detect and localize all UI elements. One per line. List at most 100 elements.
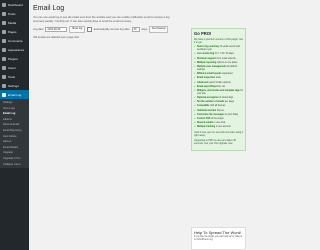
pro-feature-bold: Set the number of emails xyxy=(196,101,225,104)
cleanup-note: Old emails are deleted upon page visit. xyxy=(33,35,80,39)
pro-feature-item: ✔ Compatible with all themes xyxy=(194,105,243,108)
sidebar-item-dashboard[interactable]: Dashboard xyxy=(0,0,29,9)
pro-feature-rest: supported xyxy=(221,73,233,76)
cleanup-button[interactable]: Set Cleanup xyxy=(149,26,169,33)
pro-feature-rest: in one click xyxy=(213,122,226,125)
pro-feature-text: Premium support from email experts xyxy=(197,58,236,61)
pro-feature-bold: Multiple user management xyxy=(196,65,226,68)
pro-feature-bold: Optional encryption xyxy=(196,97,219,100)
pro-feature-text: Email inspection tools xyxy=(197,77,221,80)
sidebar-item-plugins[interactable]: Plugins xyxy=(0,54,29,63)
pro-feature-bold: Multiple tracking xyxy=(196,126,216,129)
pro-feature-bold: Customize the messages xyxy=(196,113,225,116)
pro-panel: Go PRO! We have a premium version of thi… xyxy=(191,28,246,151)
pro-feature-bold: Send a log summary xyxy=(196,46,220,49)
check-icon: ✔ xyxy=(194,101,196,104)
check-icon: ✔ xyxy=(194,81,196,84)
sidebar-item-comments[interactable]: Comments xyxy=(0,36,29,45)
help-box: Help To Spread The Word! If you like the… xyxy=(191,227,246,250)
sidebar-item-pages[interactable]: Pages xyxy=(0,27,29,36)
gauge-icon xyxy=(2,2,6,7)
pro-feature-text: Widgets, shortcodes and template tags fo… xyxy=(197,90,243,96)
pro-feature-item: ✔ Premium support from email experts xyxy=(194,58,243,61)
sidebar-item-email-log[interactable]: Email Log xyxy=(0,90,29,99)
check-icon: ✔ xyxy=(194,65,196,68)
pin-icon xyxy=(2,11,6,16)
pro-title: Go PRO! xyxy=(194,31,212,36)
pro-feature-text: Send a log summary of email events and s… xyxy=(197,46,243,52)
check-icon: ✔ xyxy=(194,122,196,125)
show-log-button[interactable]: Show log xyxy=(69,26,85,33)
pro-feature-bold: Email export/import xyxy=(196,85,219,88)
admin-sidebar: Dashboard Posts Media Pages Comments Appearan… xyxy=(0,0,29,250)
pro-feature-text: Compatible with all themes xyxy=(197,105,225,108)
page-title: Email Log xyxy=(33,5,65,12)
check-icon: ✔ xyxy=(194,57,196,60)
days-field[interactable]: 30 xyxy=(131,27,140,32)
wrench-icon xyxy=(2,74,6,79)
pro-intro[interactable]: We have a premium version of this plugin… xyxy=(194,38,243,44)
sidebar-item-media[interactable]: Media xyxy=(0,18,29,27)
pro-feature-rest: options in one place xyxy=(216,61,238,64)
pro-feature-rest: to your liking xyxy=(224,113,238,116)
settings-icon xyxy=(2,83,6,88)
email-icon xyxy=(2,92,6,97)
sidebar-item-appearance[interactable]: Appearance xyxy=(0,45,29,54)
check-icon: ✔ xyxy=(194,126,196,129)
pro-upgrade-text[interactable]: Upgrading to PRO is easy and takes 30 se… xyxy=(194,139,243,145)
sidebar-item-posts[interactable]: Posts xyxy=(0,9,29,18)
pro-feature-rest: to csv xyxy=(218,85,226,88)
pro-feature-bold: Advanced xyxy=(196,81,208,84)
pro-feature-bold: Compatible xyxy=(196,105,210,108)
brush-icon xyxy=(2,47,6,52)
date-label: Log date xyxy=(33,28,44,32)
pro-feature-item: ✔ Live monitoring for 7 / 15 / 30 days xyxy=(194,53,243,56)
auto-remove-label: automatically remove log after xyxy=(93,28,130,32)
pro-feature-bold: Control CSS xyxy=(196,118,211,120)
sidebar-item-tools[interactable]: Tools xyxy=(0,72,29,81)
pro-feature-text: Multiple tracking in one account xyxy=(197,126,231,129)
comment-icon xyxy=(2,38,6,43)
main-content: Email Log You can use email log to see a… xyxy=(33,5,170,39)
pro-feature-rest: with all themes xyxy=(209,105,226,108)
pro-feature-bold: Premium support xyxy=(196,57,216,60)
pro-feature-text: Unlimited domain licence xyxy=(197,110,224,113)
sidebar-item-label: Plugins xyxy=(8,56,18,61)
sidebar-item-users[interactable]: Users xyxy=(0,63,29,72)
date-field[interactable]: 2016-09-30 xyxy=(45,27,68,32)
pro-feature-bold: Live monitoring xyxy=(196,53,215,56)
pro-feature-item: ✔ Different email layouts supported xyxy=(194,73,243,76)
pro-feature-text: Customize the messages to your liking xyxy=(197,114,238,117)
intro-text: You can use email log to see all emails … xyxy=(33,16,170,23)
check-icon: ✔ xyxy=(194,46,196,49)
pro-feature-rest: tools xyxy=(215,77,221,80)
check-icon: ✔ xyxy=(194,53,196,56)
help-text[interactable]: If you like the plugin you can help us b… xyxy=(194,236,243,242)
auto-remove-checkbox[interactable] xyxy=(86,27,92,33)
check-icon: ✔ xyxy=(194,89,196,92)
help-title: Help To Spread The Word! xyxy=(194,230,242,235)
pro-feature-item: ✔ Widgets, shortcodes and template tags f… xyxy=(194,90,243,96)
pro-feature-item: ✔ Email inspection tools xyxy=(194,77,243,80)
pro-feature-text: Email export/import to csv xyxy=(197,86,225,89)
sidebar-item-label: Dashboard xyxy=(8,2,23,7)
check-icon: ✔ xyxy=(194,61,196,64)
sidebar-item-settings[interactable]: Settings xyxy=(0,81,29,90)
admin-menu: Dashboard Posts Media Pages Comments Appearan… xyxy=(0,0,29,169)
check-icon: ✔ xyxy=(194,113,196,116)
pro-feature-text: Control CSS of the plugin xyxy=(197,118,224,121)
days-label: days xyxy=(141,28,148,32)
sidebar-item-label: Pages xyxy=(8,29,17,34)
pro-feature-item: ✔ Multiple tracking in one account xyxy=(194,126,243,129)
media-icon xyxy=(2,20,6,25)
sidebar-item-label: Tools xyxy=(8,74,16,79)
pro-feature-text: Set the number of emails per page xyxy=(197,101,234,104)
check-icon: ✔ xyxy=(194,105,196,108)
pro-feature-text: Multiple reporting options in one place xyxy=(197,62,237,65)
submenu-item[interactable]: Collapse menu xyxy=(0,162,29,168)
pro-outro[interactable]: Grab it now, get it in seconds and start… xyxy=(194,131,243,137)
pro-feature-bold: Widgets, shortcodes and template tags xyxy=(196,89,240,92)
pro-feature-item: ✔ Resend emails in one click xyxy=(194,122,243,125)
pro-feature-item: ✔ Control CSS of the plugin xyxy=(194,118,243,121)
check-icon: ✔ xyxy=(194,118,196,120)
